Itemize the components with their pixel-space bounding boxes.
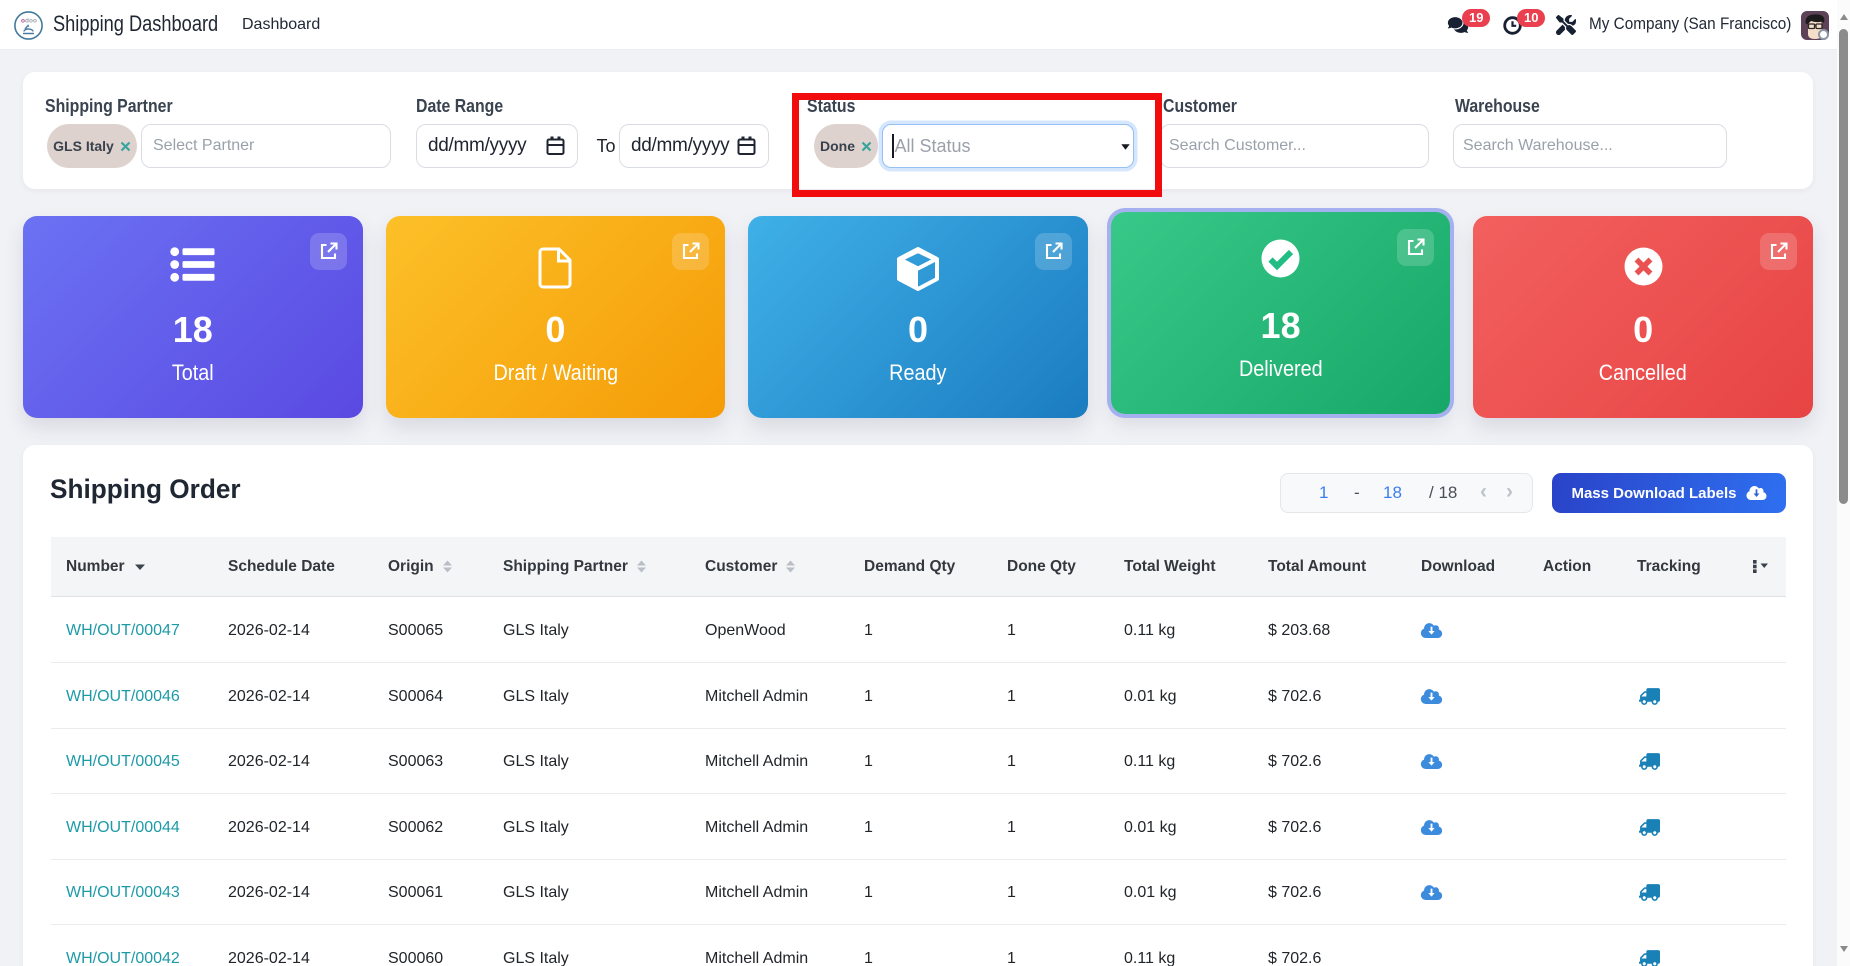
svg-text:doo: doo [25,18,37,25]
